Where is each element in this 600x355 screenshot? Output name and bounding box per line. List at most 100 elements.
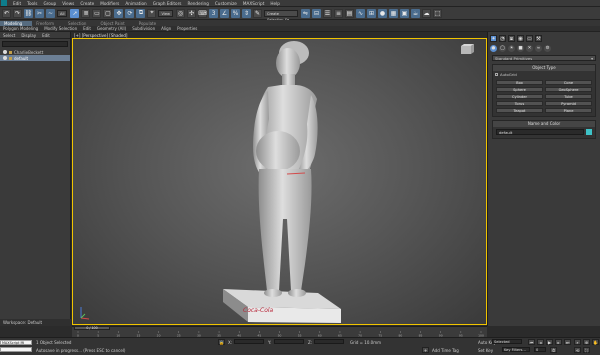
display-tab-icon[interactable]: ▭ xyxy=(526,35,533,42)
toggle-layer-explorer-icon[interactable]: ≡ xyxy=(334,8,343,18)
edit-named-selection-icon[interactable]: ✎ xyxy=(253,8,262,18)
zoom-all-icon[interactable]: ⊕ xyxy=(583,339,590,345)
cylinder-button[interactable]: Cylinder xyxy=(496,94,543,99)
torus-button[interactable]: Torus xyxy=(496,101,543,106)
hierarchy-tab-icon[interactable]: ⧈ xyxy=(508,35,515,42)
autogrid-checkbox[interactable]: AutoGrid xyxy=(493,71,595,78)
time-slider[interactable]: 0 / 100 xyxy=(74,326,110,330)
render-in-cloud-icon[interactable]: ☁ xyxy=(422,8,431,18)
menu-group[interactable]: Group xyxy=(40,1,59,6)
curve-editor-icon[interactable]: ∿ xyxy=(356,8,365,18)
add-time-tag-label[interactable]: Add Time Tag xyxy=(432,348,459,353)
viewcube-icon[interactable] xyxy=(458,42,476,56)
keyboard-shortcut-override-icon[interactable]: ⌨ xyxy=(198,8,207,18)
menu-tools[interactable]: Tools xyxy=(24,1,40,6)
toggle-scene-explorer-icon[interactable]: ☰ xyxy=(323,8,332,18)
box-button[interactable]: Box xyxy=(496,80,543,85)
ribbon-tab-populate[interactable]: Populate xyxy=(135,21,166,26)
percent-snap-icon[interactable]: % xyxy=(231,8,240,18)
bind-space-warp-icon[interactable]: ~ xyxy=(46,8,55,18)
placement-icon[interactable]: ⌖ xyxy=(147,8,157,18)
schematic-view-icon[interactable]: ⊞ xyxy=(367,8,376,18)
app-logo-icon[interactable] xyxy=(1,0,7,6)
plane-button[interactable]: Plane xyxy=(545,108,592,113)
next-frame-icon[interactable]: ▸ xyxy=(555,339,562,345)
cameras-icon[interactable]: ■ xyxy=(517,45,524,52)
utilities-tab-icon[interactable]: ⚒ xyxy=(535,35,542,42)
select-manipulate-icon[interactable]: ✣ xyxy=(187,8,196,18)
perspective-viewport[interactable]: Coca-Cola xyxy=(72,38,487,325)
menu-modifiers[interactable]: Modifiers xyxy=(97,1,122,6)
add-time-tag-icon[interactable]: + xyxy=(422,347,429,353)
play-icon[interactable]: ▶ xyxy=(546,339,553,345)
reference-coordinate-dropdown[interactable]: View xyxy=(158,9,173,17)
cone-button[interactable]: Cone xyxy=(545,80,592,85)
toggle-ribbon-icon[interactable]: ▤ xyxy=(345,8,354,18)
rectangle-selection-icon[interactable]: ▭ xyxy=(92,8,102,18)
render-production-icon[interactable]: ☕ xyxy=(411,8,420,18)
maximize-viewport-icon[interactable]: ⛶ xyxy=(583,347,590,353)
ribbon-tab-selection[interactable]: Selection xyxy=(64,21,96,26)
workspace-label[interactable]: Workspace: Default xyxy=(0,319,71,326)
ribbon-edit[interactable]: Edit xyxy=(80,26,94,31)
ribbon-properties[interactable]: Properties xyxy=(174,26,200,31)
align-icon[interactable]: ⊟ xyxy=(312,8,321,18)
previous-frame-icon[interactable]: ◂ xyxy=(537,339,544,345)
render-setup-icon[interactable]: ▦ xyxy=(389,8,398,18)
checkbox-icon[interactable] xyxy=(495,73,498,76)
ribbon-tab-object-paint[interactable]: Object Paint xyxy=(96,21,134,26)
tab-edit[interactable]: Edit xyxy=(39,33,53,38)
selection-lock-icon[interactable]: 🔒 xyxy=(218,339,225,345)
z-coordinate-field[interactable] xyxy=(314,339,344,344)
link-icon[interactable]: ⛓ xyxy=(24,8,33,18)
menu-create[interactable]: Create xyxy=(77,1,97,6)
angle-snap-icon[interactable]: ∠ xyxy=(220,8,229,18)
rendered-frame-window-icon[interactable]: ▣ xyxy=(400,8,409,18)
ribbon-tab-freeform[interactable]: Freeform xyxy=(32,21,64,26)
menu-animation[interactable]: Animation xyxy=(122,1,149,6)
y-coordinate-field[interactable] xyxy=(274,339,304,344)
scene-item-default[interactable]: default xyxy=(0,55,70,61)
key-filters-button[interactable]: Key Filters... xyxy=(502,347,530,352)
undo-icon[interactable]: ↶ xyxy=(2,8,11,18)
zoom-icon[interactable]: ⌕ xyxy=(574,339,581,345)
window-crossing-icon[interactable]: ▢ xyxy=(103,8,113,18)
unlink-icon[interactable]: ✂ xyxy=(35,8,44,18)
time-config-icon[interactable]: ⏱ xyxy=(550,347,557,353)
motion-tab-icon[interactable]: ◉ xyxy=(517,35,524,42)
sphere-button[interactable]: Sphere xyxy=(496,87,543,92)
geometry-icon[interactable]: ● xyxy=(490,45,497,52)
set-key-label[interactable]: Set Key xyxy=(478,348,493,353)
tube-button[interactable]: Tube xyxy=(545,94,592,99)
redo-icon[interactable]: ↷ xyxy=(13,8,22,18)
scene-search-input[interactable] xyxy=(2,41,68,47)
rotate-icon[interactable]: ⟳ xyxy=(125,8,135,18)
teapot-button[interactable]: Teapot xyxy=(496,108,543,113)
menu-edit[interactable]: Edit xyxy=(10,1,24,6)
visibility-icon[interactable] xyxy=(3,56,7,60)
pyramid-button[interactable]: Pyramid xyxy=(545,101,592,106)
a360-gallery-icon[interactable]: ⬚ xyxy=(433,8,442,18)
snaps-toggle-icon[interactable]: 3 xyxy=(209,8,218,18)
spinner-snap-icon[interactable]: ⇕ xyxy=(242,8,251,18)
menu-customize[interactable]: Customize xyxy=(212,1,240,6)
menu-maxscript[interactable]: MAXScript xyxy=(240,1,268,6)
object-name-input[interactable]: default xyxy=(496,129,584,135)
visibility-icon[interactable] xyxy=(3,50,7,54)
key-mode-dropdown[interactable]: Selected xyxy=(492,339,522,344)
object-color-swatch[interactable] xyxy=(586,129,592,135)
current-frame-field[interactable]: 0 xyxy=(534,347,546,352)
systems-icon[interactable]: ⚙ xyxy=(544,45,551,52)
tab-select[interactable]: Select xyxy=(0,33,18,38)
shapes-icon[interactable]: ◯ xyxy=(499,45,506,52)
move-icon[interactable]: ✥ xyxy=(114,8,124,18)
select-object-icon[interactable]: ➚ xyxy=(70,8,80,18)
mirror-icon[interactable]: ⇋ xyxy=(301,8,310,18)
menu-views[interactable]: Views xyxy=(59,1,77,6)
ribbon-polygon-modeling[interactable]: Polygon Modeling xyxy=(0,26,41,31)
ribbon-tab-modeling[interactable]: Modeling xyxy=(0,20,33,26)
scale-icon[interactable]: ⧉ xyxy=(136,8,146,18)
space-warps-icon[interactable]: ≈ xyxy=(535,45,542,52)
select-by-name-icon[interactable]: ≣ xyxy=(81,8,91,18)
ribbon-modify-selection[interactable]: Modify Selection xyxy=(41,26,80,31)
